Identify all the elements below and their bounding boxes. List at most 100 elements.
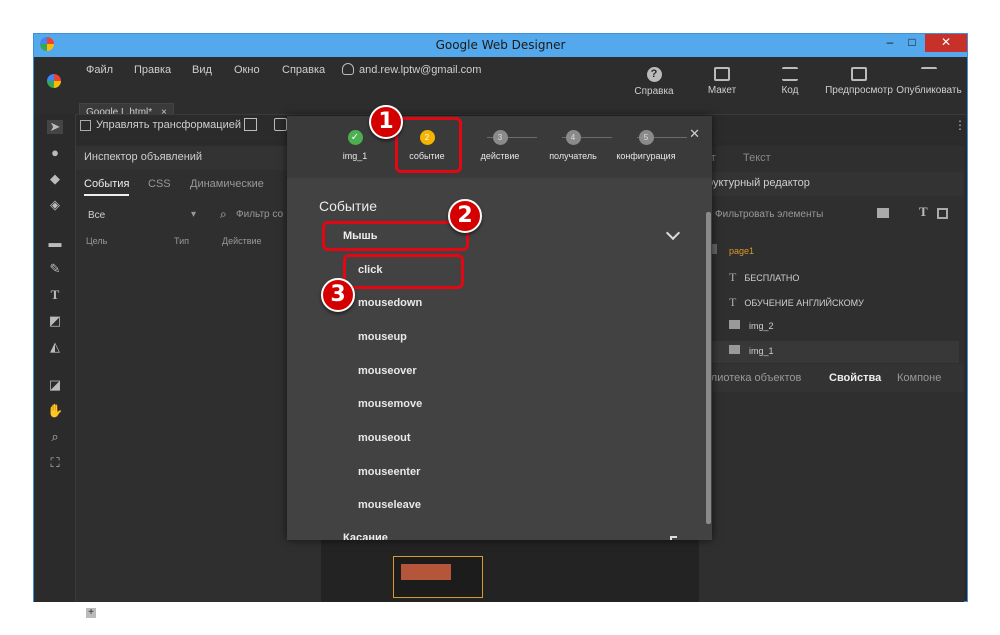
ad-inspector-panel: Инспектор объявлений События CSS Динамич… — [76, 146, 321, 618]
title-bar: Google Web Designer – □ ✕ — [34, 34, 967, 57]
tree-item-img-1[interactable]: img_1 — [729, 345, 774, 356]
preview-button[interactable]: Предпросмотр — [824, 67, 894, 96]
ad-inspector-header: Инспектор объявлений — [76, 146, 321, 170]
publish-label: Опубликовать — [896, 85, 962, 96]
annotation-marker-2: 2 — [448, 199, 482, 233]
resize-icon[interactable] — [274, 118, 287, 131]
tab-dynamic[interactable]: Динамические — [190, 178, 264, 190]
text-icon: T — [729, 270, 737, 284]
zoom-tool-icon[interactable]: ⌕ — [47, 430, 63, 444]
filter-select-chevron-icon[interactable]: ▾ — [191, 209, 196, 220]
image-icon — [729, 320, 740, 329]
event-mousedown[interactable]: mousedown — [358, 297, 422, 309]
tab-properties[interactable]: Свойства — [829, 372, 881, 384]
code-icon — [782, 67, 798, 81]
add-event-icon[interactable]: + — [86, 608, 96, 618]
column-type: Тип — [174, 236, 190, 246]
step-label: img_1 — [342, 151, 368, 161]
translate-tool-icon[interactable]: ◈ — [47, 198, 63, 212]
step-label: получатель — [549, 151, 597, 161]
gwd-logo-icon — [44, 71, 64, 91]
tag-tool-icon[interactable]: ▬ — [47, 236, 63, 250]
step-action[interactable]: 3 действие — [460, 130, 540, 161]
layout-label: Макет — [707, 85, 737, 96]
close-icon[interactable]: ✕ — [689, 126, 700, 142]
maximize-button[interactable]: □ — [902, 34, 922, 52]
3d-object-tool-icon[interactable]: ◆ — [47, 172, 63, 186]
chevron-down-icon[interactable] — [665, 225, 681, 241]
column-action: Действие — [222, 236, 262, 246]
tree-item-page1[interactable]: page1 — [707, 244, 754, 256]
tab-text[interactable]: Текст — [743, 152, 771, 164]
code-button[interactable]: Код — [770, 67, 810, 96]
fullscreen-tool-icon[interactable]: ⛶ — [47, 456, 63, 470]
menu-edit[interactable]: Правка — [134, 64, 171, 76]
structure-filter-input[interactable]: Фильтровать элементы — [715, 209, 823, 220]
tree-item-label: img_1 — [749, 346, 774, 356]
check-icon: ✓ — [347, 130, 363, 145]
step-receiver[interactable]: 4 получатель — [533, 130, 613, 161]
shape-tool-icon[interactable]: ◩ — [47, 314, 63, 328]
group-touch[interactable]: Касание — [343, 532, 388, 540]
menu-window[interactable]: Окно — [234, 64, 260, 76]
tree-item-label: img_2 — [749, 321, 774, 331]
help-button[interactable]: ? Справка — [632, 67, 676, 97]
publish-icon — [921, 67, 937, 81]
event-mouseup[interactable]: mouseup — [358, 331, 407, 343]
shape-filter-icon[interactable] — [937, 208, 948, 219]
image-icon — [729, 345, 740, 354]
step-configuration[interactable]: 5 конфигурация — [606, 130, 686, 161]
highlight-group-mouse — [322, 221, 469, 251]
close-window-button[interactable]: ✕ — [925, 34, 967, 52]
ad-inspector-tabs: События CSS Динамические — [76, 174, 321, 198]
event-mouseleave[interactable]: mouseleave — [358, 499, 421, 511]
layout-icon — [714, 67, 730, 81]
image-filter-icon[interactable] — [877, 208, 889, 218]
event-mouseout[interactable]: mouseout — [358, 432, 411, 444]
minimize-button[interactable]: – — [880, 34, 900, 52]
tab-events[interactable]: События — [84, 178, 130, 196]
tab-css[interactable]: CSS — [148, 178, 171, 190]
wizard-steps: ✓ img_1 2 событие 3 действие 4 получател… — [287, 116, 712, 178]
menu-view[interactable]: Вид — [192, 64, 212, 76]
tree-item-text-2[interactable]: T ОБУЧЕНИЕ АНГЛИЙСКОМУ — [729, 295, 864, 310]
user-icon — [342, 63, 354, 75]
account-email[interactable]: and.rew.lptw@gmail.com — [359, 64, 481, 76]
more-options-icon[interactable]: ⋮ — [954, 118, 966, 132]
event-mouseenter[interactable]: mouseenter — [358, 466, 420, 478]
menu-help[interactable]: Справка — [282, 64, 325, 76]
help-icon: ? — [646, 67, 662, 82]
filter-input[interactable]: Фильтр со — [236, 209, 283, 220]
text-icon: T — [729, 295, 737, 309]
event-mousemove[interactable]: mousemove — [358, 398, 422, 410]
tab-object-library[interactable]: блиотека объектов — [705, 372, 801, 384]
transform-checkbox[interactable] — [80, 120, 91, 131]
menu-file[interactable]: Файл — [86, 64, 113, 76]
hand-tool-icon[interactable]: ✋ — [47, 404, 63, 418]
filter-select[interactable]: Все — [88, 210, 105, 221]
tree-item-text-1[interactable]: T БЕСПЛАТНО — [729, 270, 799, 285]
bottom-tabs: блиотека объектов Свойства Компоне — [699, 364, 964, 392]
annotation-marker-3: 3 — [321, 278, 355, 312]
tab-components[interactable]: Компоне — [897, 372, 941, 384]
event-mouseover[interactable]: mouseover — [358, 365, 417, 377]
layout-button[interactable]: Макет — [700, 67, 744, 96]
search-icon: ⌕ — [220, 207, 227, 221]
structure-header: руктурный редактор — [699, 172, 964, 196]
step-label: конфигурация — [616, 151, 676, 161]
tree-item-img-2[interactable]: img_2 — [729, 320, 774, 331]
tree-item-label: page1 — [729, 246, 755, 256]
color-tool-icon[interactable]: ◪ — [47, 378, 63, 392]
3d-rotate-tool-icon[interactable]: ● — [47, 146, 63, 160]
chevron-up-icon[interactable] — [670, 536, 677, 540]
text-filter-icon[interactable]: T — [919, 204, 928, 220]
section-title: Событие — [319, 198, 377, 214]
scrollbar[interactable] — [706, 212, 711, 524]
fill-tool-icon[interactable]: ◭ — [47, 340, 63, 354]
selection-tool-icon[interactable]: ➤ — [47, 120, 63, 134]
crop-icon[interactable] — [244, 118, 257, 131]
publish-button[interactable]: Опубликовать — [894, 67, 964, 96]
pen-tool-icon[interactable]: ✎ — [47, 262, 63, 276]
window-title: Google Web Designer — [435, 38, 566, 52]
text-tool-icon[interactable]: T — [47, 288, 63, 302]
